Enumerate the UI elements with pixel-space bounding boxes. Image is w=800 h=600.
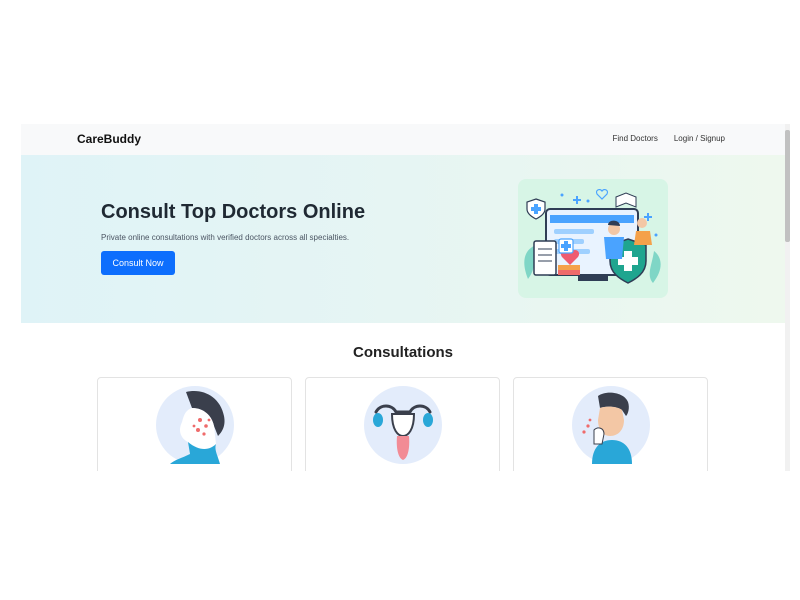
nav-links: Find Doctors Login / Signup	[612, 134, 725, 143]
hero-section: Consult Top Doctors Online Private onlin…	[21, 155, 785, 323]
page-scrollbar[interactable]	[785, 124, 790, 471]
consultation-card-gynaecology[interactable]	[305, 377, 500, 471]
consultation-card-skin[interactable]	[97, 377, 292, 471]
cough-icon	[572, 386, 650, 464]
nav-link-find-doctors[interactable]: Find Doctors	[612, 134, 657, 143]
consult-now-button[interactable]: Consult Now	[101, 251, 175, 275]
nav-link-login-signup[interactable]: Login / Signup	[674, 134, 725, 143]
telemedicine-illustration	[518, 179, 668, 298]
skin-acne-icon	[156, 386, 234, 464]
consultations-title: Consultations	[353, 344, 453, 361]
uterus-icon	[364, 386, 442, 464]
hero-subtitle: Private online consultations with verifi…	[101, 233, 350, 242]
browser-viewport: CareBuddy Find Doctors Login / Signup Co…	[21, 124, 790, 471]
navbar: CareBuddy Find Doctors Login / Signup	[21, 124, 785, 156]
consultation-card-cough[interactable]	[513, 377, 708, 471]
hero-title: Consult Top Doctors Online	[101, 201, 366, 223]
brand-logo[interactable]: CareBuddy	[77, 132, 141, 146]
scrollbar-thumb[interactable]	[785, 130, 790, 242]
